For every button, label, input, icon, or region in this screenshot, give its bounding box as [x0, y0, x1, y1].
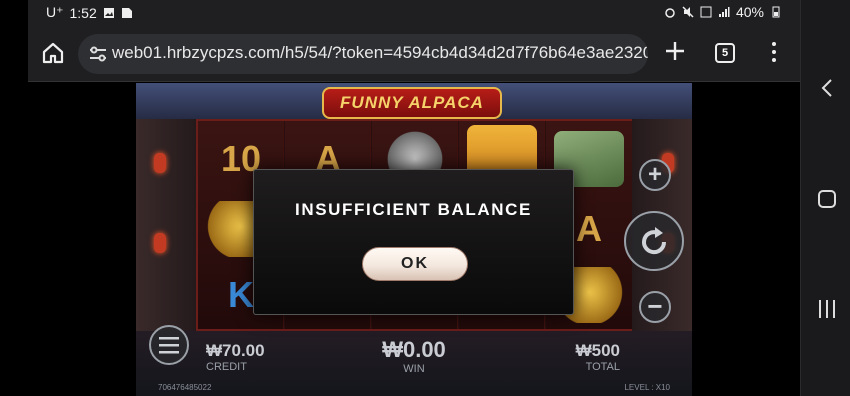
- wifi-icon: [700, 6, 712, 18]
- total-display: ₩500 TOTAL: [556, 341, 620, 373]
- new-tab-button[interactable]: [664, 40, 686, 66]
- recent-apps-icon[interactable]: [819, 300, 835, 318]
- url-text[interactable]: web01.hrbzycpzs.com/h5/54/?token=4594cb4…: [112, 43, 648, 63]
- clock: 1:52: [69, 4, 97, 21]
- lantern-decoration: [154, 153, 166, 173]
- credit-display: ₩70.00 CREDIT: [206, 341, 265, 373]
- dialog-message: INSUFFICIENT BALANCE: [295, 200, 532, 219]
- more-menu-icon[interactable]: [770, 40, 778, 66]
- ok-button[interactable]: OK: [362, 247, 468, 281]
- win-label: WIN: [403, 363, 425, 375]
- address-bar[interactable]: web01.hrbzycpzs.com/h5/54/?token=4594cb4…: [78, 34, 648, 74]
- game-info-bar: ₩70.00 CREDIT ₩0.00 WIN ₩500 TOTAL: [136, 325, 692, 396]
- back-icon[interactable]: [820, 78, 834, 98]
- total-label: TOTAL: [585, 361, 620, 373]
- status-bar-left: U⁺ 1:52: [46, 4, 133, 21]
- player-id: 706476485022: [158, 383, 212, 392]
- credit-label: CREDIT: [206, 361, 247, 373]
- win-display: ₩0.00 WIN: [364, 337, 464, 375]
- system-nav-bar: [800, 0, 850, 396]
- insufficient-balance-dialog: INSUFFICIENT BALANCE OK: [253, 169, 574, 315]
- status-bar-right: 40%: [664, 4, 782, 20]
- app-notification-icon: [121, 7, 132, 18]
- tab-switcher-button[interactable]: 5: [715, 43, 735, 63]
- battery-icon: [772, 6, 780, 18]
- hamburger-icon: [159, 337, 179, 354]
- signal-icon: [718, 7, 730, 17]
- game-menu-button[interactable]: [149, 325, 189, 365]
- alarm-icon: [665, 8, 675, 18]
- home-icon[interactable]: [40, 40, 66, 66]
- plus-icon: [666, 42, 684, 60]
- lantern-decoration: [154, 233, 166, 253]
- image-notification-icon: [103, 7, 114, 18]
- status-bar: U⁺ 1:52 40%: [28, 0, 800, 26]
- credit-value: ₩70.00: [206, 341, 265, 360]
- total-value: ₩500: [575, 341, 620, 360]
- spin-icon: [642, 227, 667, 255]
- mute-icon: [682, 6, 694, 18]
- bet-decrease-button[interactable]: −: [639, 291, 671, 323]
- bet-increase-button[interactable]: +: [639, 159, 671, 191]
- carrier-label: U⁺: [46, 4, 64, 20]
- nav-home-button[interactable]: [818, 190, 836, 208]
- site-settings-icon[interactable]: [88, 45, 108, 63]
- win-value: ₩0.00: [382, 337, 446, 362]
- level-indicator: LEVEL : X10: [624, 383, 670, 392]
- spin-button[interactable]: [624, 211, 684, 271]
- battery-percent: 40%: [735, 4, 764, 20]
- game-logo: FUNNY ALPACA: [322, 87, 502, 119]
- browser-toolbar: web01.hrbzycpzs.com/h5/54/?token=4594cb4…: [28, 26, 800, 82]
